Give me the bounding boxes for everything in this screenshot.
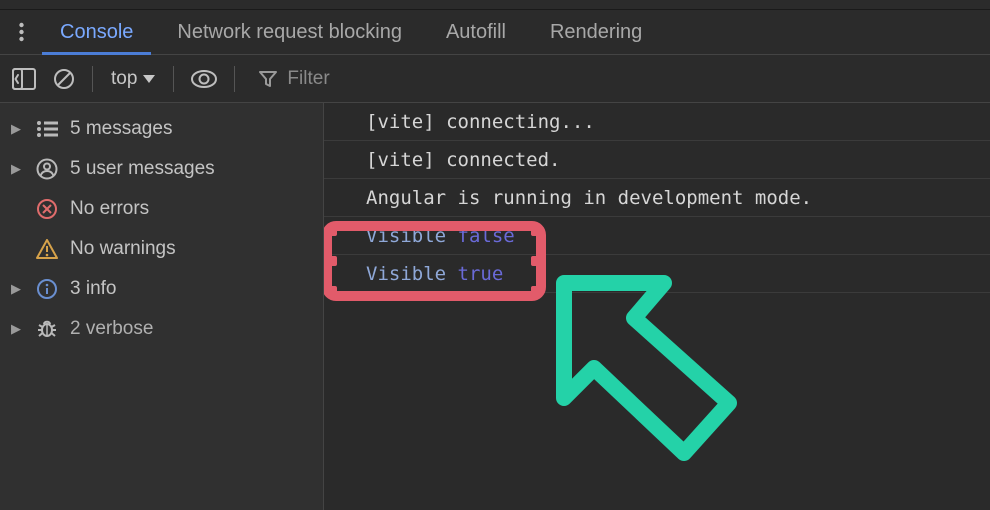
console-log-pane[interactable]: [vite] connecting... [vite] connected. A…: [324, 103, 990, 510]
top-strip: [0, 0, 990, 10]
console-log-row[interactable]: Angular is running in development mode.: [324, 179, 990, 217]
toolbar-separator: [234, 66, 235, 92]
devtools-tabbar: Console Network request blocking Autofil…: [0, 10, 990, 55]
tab-network-request-blocking[interactable]: Network request blocking: [155, 10, 424, 54]
sidebar-item-messages[interactable]: ▶ 5 messages: [0, 109, 323, 149]
console-toolbar: top: [0, 55, 990, 103]
sidebar-item-label: 5 messages: [70, 118, 172, 140]
live-expression-button[interactable]: [184, 61, 224, 97]
warning-icon: [34, 239, 60, 259]
log-value: true: [458, 263, 504, 285]
expand-icon: ▶: [8, 121, 24, 137]
console-log-row[interactable]: Visible true: [324, 255, 990, 293]
tab-label: Network request blocking: [177, 21, 402, 44]
filter-input[interactable]: [287, 68, 407, 90]
console-sidebar: ▶ 5 messages ▶ 5 user messages No errors: [0, 103, 324, 510]
log-text: [vite] connected.: [366, 149, 560, 171]
sidebar-item-label: 5 user messages: [70, 158, 215, 180]
clear-console-button[interactable]: [46, 61, 82, 97]
toggle-sidebar-button[interactable]: [6, 61, 42, 97]
tab-rendering[interactable]: Rendering: [528, 10, 664, 54]
sidebar-item-label: No warnings: [70, 238, 176, 260]
tab-label: Console: [60, 21, 133, 44]
filter-field[interactable]: [245, 61, 417, 97]
sidebar-item-label: 2 verbose: [70, 318, 153, 340]
sidebar-item-user-messages[interactable]: ▶ 5 user messages: [0, 149, 323, 189]
tab-label: Rendering: [550, 21, 642, 44]
sidebar-item-label: No errors: [70, 198, 149, 220]
list-icon: [34, 120, 60, 138]
console-log-row[interactable]: [vite] connected.: [324, 141, 990, 179]
expand-icon: ▶: [8, 161, 24, 177]
tab-autofill[interactable]: Autofill: [424, 10, 528, 54]
context-label: top: [111, 68, 137, 90]
toolbar-separator: [92, 66, 93, 92]
log-value: false: [458, 225, 515, 247]
error-icon: [34, 198, 60, 220]
bug-icon: [34, 318, 60, 340]
console-main: ▶ 5 messages ▶ 5 user messages No errors: [0, 103, 990, 510]
expand-icon: ▶: [8, 281, 24, 297]
annotation-arrow-icon: [554, 273, 774, 473]
sidebar-item-info[interactable]: ▶ 3 info: [0, 269, 323, 309]
chevron-down-icon: [143, 74, 155, 84]
tab-label: Autofill: [446, 21, 506, 44]
sidebar-item-verbose[interactable]: ▶ 2 verbose: [0, 309, 323, 349]
console-log-row[interactable]: [vite] connecting...: [324, 103, 990, 141]
info-icon: [34, 278, 60, 300]
sidebar-item-warnings[interactable]: No warnings: [0, 229, 323, 269]
sidebar-item-errors[interactable]: No errors: [0, 189, 323, 229]
kebab-menu-icon[interactable]: [4, 10, 38, 54]
console-log-row[interactable]: Visible false: [324, 217, 990, 255]
log-text: [vite] connecting...: [366, 111, 595, 133]
log-text: Visible: [366, 225, 458, 247]
user-icon: [34, 158, 60, 180]
log-text: Visible: [366, 263, 458, 285]
toolbar-separator: [173, 66, 174, 92]
log-text: Angular is running in development mode.: [366, 187, 812, 209]
filter-icon: [259, 70, 277, 88]
sidebar-item-label: 3 info: [70, 278, 116, 300]
tab-console[interactable]: Console: [38, 10, 155, 54]
context-selector[interactable]: top: [103, 61, 163, 97]
expand-icon: ▶: [8, 321, 24, 337]
